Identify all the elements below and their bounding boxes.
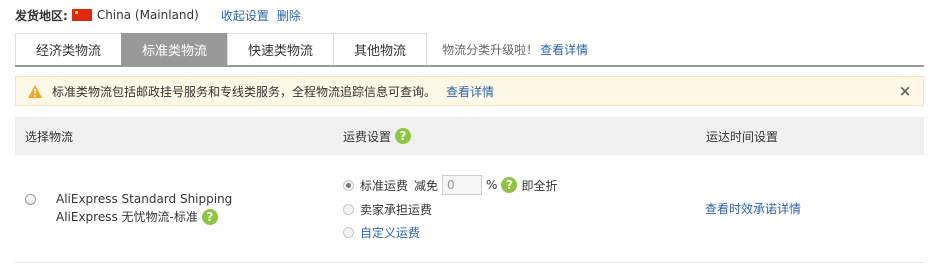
tab-express[interactable]: 快速类物流 bbox=[227, 33, 335, 65]
notice-banner: 标准类物流包括邮政挂号服务和专线类服务，全程物流追踪信息可查询。 查看详情 × bbox=[15, 76, 924, 106]
china-flag-icon bbox=[71, 9, 92, 21]
fee-option-custom: 自定义运费 bbox=[343, 224, 420, 241]
collapse-settings-link[interactable]: 收起设置 bbox=[221, 7, 269, 24]
header-fee-settings: 运费设置 ? bbox=[343, 117, 412, 155]
shipping-name-en: AliExpress Standard Shipping bbox=[56, 192, 233, 206]
tab-other[interactable]: 其他物流 bbox=[333, 33, 428, 65]
shipping-name-cn: AliExpress 无忧物流-标准 bbox=[56, 210, 198, 224]
tabs-note-text: 物流分类升级啦！ bbox=[442, 42, 539, 57]
header-fee-label: 运费设置 bbox=[343, 129, 392, 144]
notice-details-link[interactable]: 查看详情 bbox=[446, 83, 494, 100]
warning-icon bbox=[28, 84, 42, 98]
seller-fee-radio[interactable] bbox=[343, 204, 354, 215]
fee-option-seller: 卖家承担运费 bbox=[343, 201, 432, 218]
table-row: AliExpress Standard Shipping AliExpress … bbox=[15, 155, 924, 263]
percent-label: % bbox=[486, 178, 498, 192]
tabs-note-details-link[interactable]: 查看详情 bbox=[540, 41, 588, 58]
close-icon[interactable]: × bbox=[897, 83, 913, 99]
fee-option-standard: 标准运费 减免 % ? 即全折 bbox=[343, 175, 557, 195]
select-logistics-radio[interactable] bbox=[25, 194, 36, 205]
header-select-logistics: 选择物流 bbox=[25, 129, 74, 144]
custom-fee-link[interactable]: 自定义运费 bbox=[360, 224, 420, 241]
custom-fee-radio[interactable] bbox=[343, 227, 354, 238]
standard-fee-label: 标准运费 bbox=[360, 178, 409, 193]
reduce-label: 减免 bbox=[414, 178, 439, 193]
discount-input[interactable] bbox=[442, 175, 483, 195]
full-discount-label: 即全折 bbox=[521, 178, 558, 193]
help-icon[interactable]: ? bbox=[201, 208, 218, 225]
help-icon[interactable]: ? bbox=[501, 177, 518, 193]
delivery-time-details-link[interactable]: 查看时效承诺详情 bbox=[705, 200, 801, 217]
shipping-name-cn-row: AliExpress 无忧物流-标准 ? bbox=[56, 208, 218, 225]
logistics-tabs: 经济类物流 标准类物流 快速类物流 其他物流 物流分类升级啦！ 查看详情 bbox=[15, 31, 924, 67]
seller-fee-label: 卖家承担运费 bbox=[360, 203, 433, 217]
tab-economy[interactable]: 经济类物流 bbox=[15, 33, 123, 65]
standard-fee-radio[interactable] bbox=[343, 179, 354, 191]
origin-row: 发货地区: China (Mainland) 收起设置 删除 bbox=[15, 6, 301, 24]
origin-label: 发货地区: bbox=[15, 8, 68, 23]
tabs-upgrade-note: 物流分类升级啦！ 查看详情 bbox=[442, 33, 588, 65]
origin-value: China (Mainland) bbox=[96, 8, 199, 22]
header-time-settings: 运达时间设置 bbox=[706, 129, 779, 144]
help-icon[interactable]: ? bbox=[395, 128, 412, 144]
notice-text: 标准类物流包括邮政挂号服务和专线类服务，全程物流追踪信息可查询。 bbox=[52, 84, 437, 99]
tab-standard[interactable]: 标准类物流 bbox=[121, 33, 229, 65]
delete-link[interactable]: 删除 bbox=[277, 7, 301, 24]
table-header: 选择物流 运费设置 ? 运达时间设置 bbox=[15, 117, 924, 155]
